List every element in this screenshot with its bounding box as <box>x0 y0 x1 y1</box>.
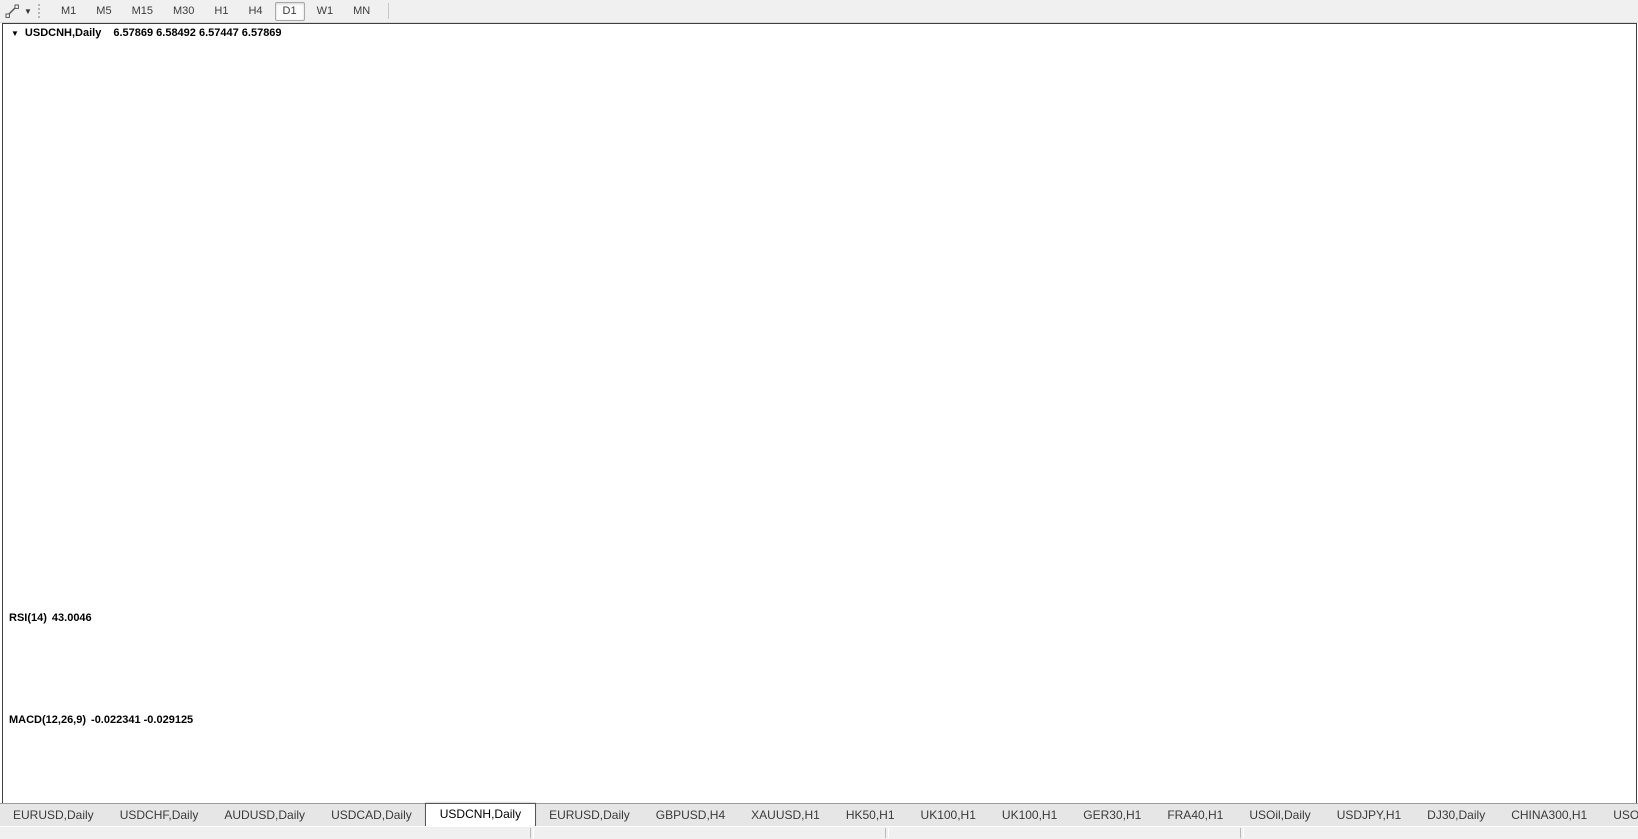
timeframe-button-M30[interactable]: M30 <box>165 2 202 21</box>
tab-ger30-h1[interactable]: GER30,H1 <box>1070 805 1154 827</box>
tab-dj30-daily[interactable]: DJ30,Daily <box>1414 805 1498 827</box>
rsi-name: RSI(14) <box>9 612 47 624</box>
rsi-indicator-label: RSI(14) 43.0046 <box>9 612 97 624</box>
chart-symbol-title: USDCNH,Daily <box>25 27 101 39</box>
line-studies-icon[interactable] <box>2 2 22 20</box>
timeframe-button-D1[interactable]: D1 <box>275 2 305 21</box>
tab-xauusd-h1[interactable]: XAUUSD,H1 <box>738 805 833 827</box>
macd-indicator-label: MACD(12,26,9) -0.022341 -0.029125 <box>9 714 198 726</box>
timeframe-button-M1[interactable]: M1 <box>53 2 84 21</box>
timeframe-button-H1[interactable]: H1 <box>206 2 236 21</box>
tab-audusd-daily[interactable]: AUDUSD,Daily <box>211 805 318 827</box>
tab-eurusd-daily[interactable]: EURUSD,Daily <box>0 805 107 827</box>
macd-values: -0.022341 -0.029125 <box>91 714 193 726</box>
tab-uk100-h1[interactable]: UK100,H1 <box>908 805 989 827</box>
macd-name: MACD(12,26,9) <box>9 714 86 726</box>
tab-china300-h1[interactable]: CHINA300,H1 <box>1498 805 1600 827</box>
rsi-value: 43.0046 <box>52 612 92 624</box>
toolbar-grip[interactable] <box>38 4 45 18</box>
timeframe-button-W1[interactable]: W1 <box>309 2 342 21</box>
tab-usdcad-daily[interactable]: USDCAD,Daily <box>318 805 425 827</box>
tab-usoil-h1[interactable]: USOil,H1 <box>1600 805 1638 827</box>
status-bar <box>0 826 1638 839</box>
chart-menu-triangle-icon[interactable]: ▼ <box>11 29 19 38</box>
tab-gbpusd-h4[interactable]: GBPUSD,H4 <box>643 805 738 827</box>
chart-window: ▼ USDCNH,Daily 6.57869 6.58492 6.57447 6… <box>2 23 1637 805</box>
status-separator <box>885 828 889 838</box>
line-studies-glyph <box>5 4 20 19</box>
timeframe-button-MN[interactable]: MN <box>345 2 378 21</box>
status-separator <box>530 828 534 838</box>
status-separator <box>1240 828 1244 838</box>
top-toolbar: ▼ M1M5 M15M30H1H4 D1W1MN <box>0 0 1638 23</box>
tab-usoil-daily[interactable]: USOil,Daily <box>1236 805 1323 827</box>
tab-usdjpy-h1[interactable]: USDJPY,H1 <box>1324 805 1414 827</box>
chart-title-bar: ▼ USDCNH,Daily 6.57869 6.58492 6.57447 6… <box>3 24 282 42</box>
tab-uk100-h1[interactable]: UK100,H1 <box>989 805 1070 827</box>
tab-usdcnh-daily[interactable]: USDCNH,Daily <box>425 803 536 828</box>
timeframe-button-M5[interactable]: M5 <box>88 2 119 21</box>
chart-tab-bar: EURUSD,DailyUSDCHF,DailyAUDUSD,DailyUSDC… <box>0 803 1638 827</box>
toolbar-separator <box>388 3 389 19</box>
timeframe-button-M15[interactable]: M15 <box>124 2 161 21</box>
toolbar-caret-icon[interactable]: ▼ <box>22 7 34 16</box>
tab-usdchf-daily[interactable]: USDCHF,Daily <box>107 805 212 827</box>
tab-eurusd-daily[interactable]: EURUSD,Daily <box>536 805 643 827</box>
tab-fra40-h1[interactable]: FRA40,H1 <box>1154 805 1236 827</box>
timeframe-button-H4[interactable]: H4 <box>240 2 270 21</box>
tab-hk50-h1[interactable]: HK50,H1 <box>833 805 908 827</box>
chart-ohlc-values: 6.57869 6.58492 6.57447 6.57869 <box>113 27 281 39</box>
timeframe-buttons: M1M5 M15M30H1H4 D1W1MN <box>51 2 380 21</box>
